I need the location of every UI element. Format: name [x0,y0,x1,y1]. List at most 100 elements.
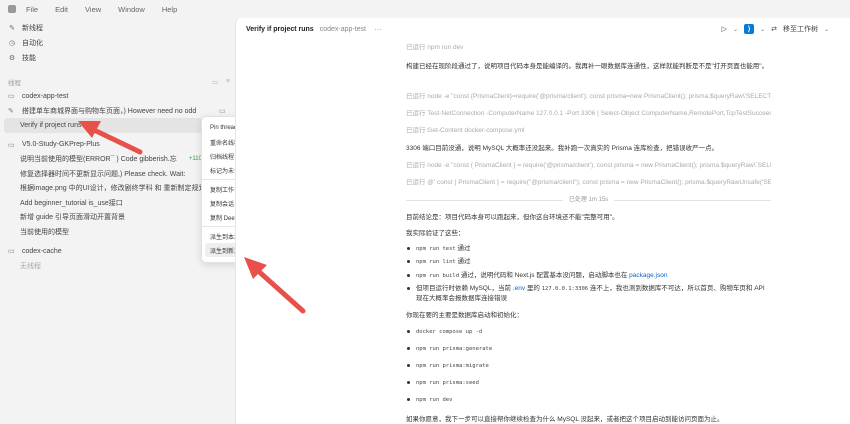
thread-item[interactable]: 新增 guide 引导页面滑动开置背景 [0,210,235,225]
thread-label: Add beginner_tutorial is_use接口 [20,199,123,207]
thread-item[interactable]: Add beginner_tutorial is_use接口 [0,196,235,211]
thread-label: 修复选择器时间不更新显示问题,) Please check. Wait: [20,170,186,178]
assistant-message: 构建已经在现阶段通过了，说明项目代码本身是能编译的。我再补一眼数据库连通性，这样… [406,63,769,70]
thread-item[interactable]: ✎ 搭建单车商城界面与购物车页面，) However need no odd [0,104,235,119]
header-actions: ▷ ⌄ ⟩ ⌄ ⇄ 移至工作树 ⌄ [722,24,829,34]
inline-code: 127.0.0.1:3306 [541,286,589,293]
assistant-message: 3306 端口目前没通，说明 MySQL 大概率还没起来。我补跑一次真实的 Pr… [406,145,719,152]
assistant-message: 我实际验证了这些： [406,230,465,237]
skills-label: 技能 [22,54,36,62]
sidebar-top-nav: ✎ 新线程 ◷ 自动化 ⚙ 技能 [0,20,235,65]
skills-button[interactable]: ⚙ 技能 [0,50,235,65]
list-item: docker compose up -d [406,327,771,337]
vscode-icon[interactable]: ⟩ [744,24,755,34]
skills-icon: ⚙ [8,54,16,62]
thread-item[interactable]: 修复选择器时间不更新显示问题,) Please check. Wait: [0,167,235,182]
new-folder-icon[interactable]: ▭ [212,78,218,86]
menu-window[interactable]: Window [118,5,145,14]
inline-code: npm run prisma:generate [416,345,493,352]
automation-label: 自动化 [22,39,43,47]
project-name: codex-cache [22,247,62,255]
list-item: npm run prisma:migrate [406,361,771,371]
inline-code: npm run lint [416,259,456,266]
menu-edit[interactable]: Edit [55,5,68,14]
copy-icon[interactable]: ▭ [219,107,226,115]
inline-code: npm run prisma:seed [416,379,479,386]
project-v5-study[interactable]: ▭ V5.0-Study-GKPrep-Plus [0,138,235,153]
empty-threads: 无线程 [0,259,235,274]
list-item: npm run build 通过，说明代码和 Next.js 配置基本没问题，启… [406,271,771,281]
list-item-text: 现在大概率会报数据库连接错误 [416,295,507,303]
command-line: 已运行 npm run dev [406,44,464,51]
thread-label: 搭建单车商城界面与购物车页面，) However need no odd [22,107,197,115]
menu-bar: File Edit View Window Help [0,0,850,18]
folder-icon: ▭ [8,248,15,256]
command-line[interactable]: 已运行 Test-NetConnection -ComputerName 127… [406,109,771,118]
app-logo-icon [8,5,16,13]
edit-icon: ✎ [9,24,15,32]
chevron-down-icon[interactable]: ⌄ [760,26,765,33]
list-item: npm run prisma:generate [406,344,771,354]
file-link[interactable]: .env [513,285,525,292]
list-item-text: 但项目运行时依赖 MySQL，当前 [416,285,513,293]
run-icon[interactable]: ▷ [722,25,727,33]
folder-icon: ▭ [8,141,15,149]
menu-view[interactable]: View [85,5,101,14]
thread-project: codex-app-test [319,25,366,33]
threads-section-header: 线程 ▭ ≡ [8,76,230,88]
inline-code: npm run test [416,246,456,252]
thread-item[interactable]: 根据image.png 中的UI设计，修改剧终学科 和 重新制定规划... [0,181,235,196]
project-codex-cache[interactable]: ▭ codex-cache [0,244,235,259]
command-line[interactable]: 已运行 Get-Content docker-compose.yml [406,126,771,135]
elapsed-divider: 已处理 1m 15s [406,196,771,205]
handoff-icon: ⇄ [771,26,777,33]
thread-item[interactable]: 说明当前使用的模型(ERROR¯ ) Code gibberish.忘 +110 … [0,152,235,167]
list-item-text: 里的 [525,285,542,293]
command-line[interactable]: 已运行 @' const { PrismaClient } = require(… [406,178,771,187]
folder-icon: ▭ [8,93,15,101]
sidebar: ✎ 新线程 ◷ 自动化 ⚙ 技能 线程 ▭ ≡ ▭ codex-app-test ✎ 搭建… [0,18,235,424]
inline-code: npm run dev [416,396,453,403]
list-item: npm run test 通过 [406,244,771,254]
list-item: npm run prisma:seed [406,378,771,388]
assistant-message: 目前结论是：项目代码本身可以跑起来，但你这台环境还不能"完整可用"。 [406,214,619,221]
pencil-icon: ✎ [8,107,14,115]
inline-code: npm run prisma:migrate [416,362,489,369]
file-link[interactable]: package.json [629,272,667,279]
list-item: npm run lint 通过 [406,257,771,267]
empty-label: 无线程 [20,262,41,270]
thread-label: Verify if project runs [20,121,82,129]
chevron-down-icon[interactable]: ⌄ [824,26,829,33]
automation-button[interactable]: ◷ 自动化 [0,35,235,50]
thread-item-selected[interactable]: Verify if project runs [4,118,203,133]
thread-label: 说明当前使用的模型(ERROR¯ ) Code gibberish.忘 [20,156,177,164]
inline-code: docker compose up -d [416,329,483,335]
menu-file[interactable]: File [26,5,38,14]
new-thread-button[interactable]: ✎ 新线程 [0,20,235,35]
thread-header: Verify if project runs codex-app-test ··… [236,18,850,40]
project-codex-app-test[interactable]: ▭ codex-app-test [0,89,235,104]
chevron-down-icon[interactable]: ⌄ [733,26,738,33]
list-item-text: 通过 [455,245,471,252]
more-options-button[interactable]: ··· [374,25,382,34]
threads-section-tools: ▭ ≡ [212,78,230,86]
assistant-message: 你现在要的主要是数据库启动和初始化： [406,312,523,319]
thread-label: 当前使用的模型 [20,228,69,236]
list-item-text: 连不上，我也测到数据库不可达，所以首页、购物车页和 API [588,285,765,293]
project-name: V5.0-Study-GKPrep-Plus [22,141,100,149]
init-command-list: docker compose up -d npm run prisma:gene… [406,327,771,408]
new-thread-label: 新线程 [22,24,43,32]
main-panel: Verify if project runs codex-app-test ··… [235,18,850,424]
command-line[interactable]: 已运行 node -e "const { PrismaClient } = re… [406,161,771,170]
menu-help[interactable]: Help [162,5,177,14]
verified-list: npm run test 通过 npm run lint 通过 npm run … [406,244,771,307]
thread-item[interactable]: 当前使用的模型 [0,225,235,240]
elapsed-label: 已处理 1m 15s [568,197,609,203]
handoff-button[interactable]: 移至工作树 [783,24,818,34]
thread-tree: ▭ codex-app-test ✎ 搭建单车商城界面与购物车页面，) Howeve… [0,89,235,273]
list-item: npm run dev [406,395,771,405]
filter-icon[interactable]: ≡ [226,78,230,86]
threads-section-label: 线程 [8,80,21,87]
list-item: 但项目运行时依赖 MySQL，当前 .env 里的 127.0.0.1:3306… [406,284,771,303]
command-line[interactable]: 已运行 node -e "const {PrismaClient}=requir… [406,92,771,101]
